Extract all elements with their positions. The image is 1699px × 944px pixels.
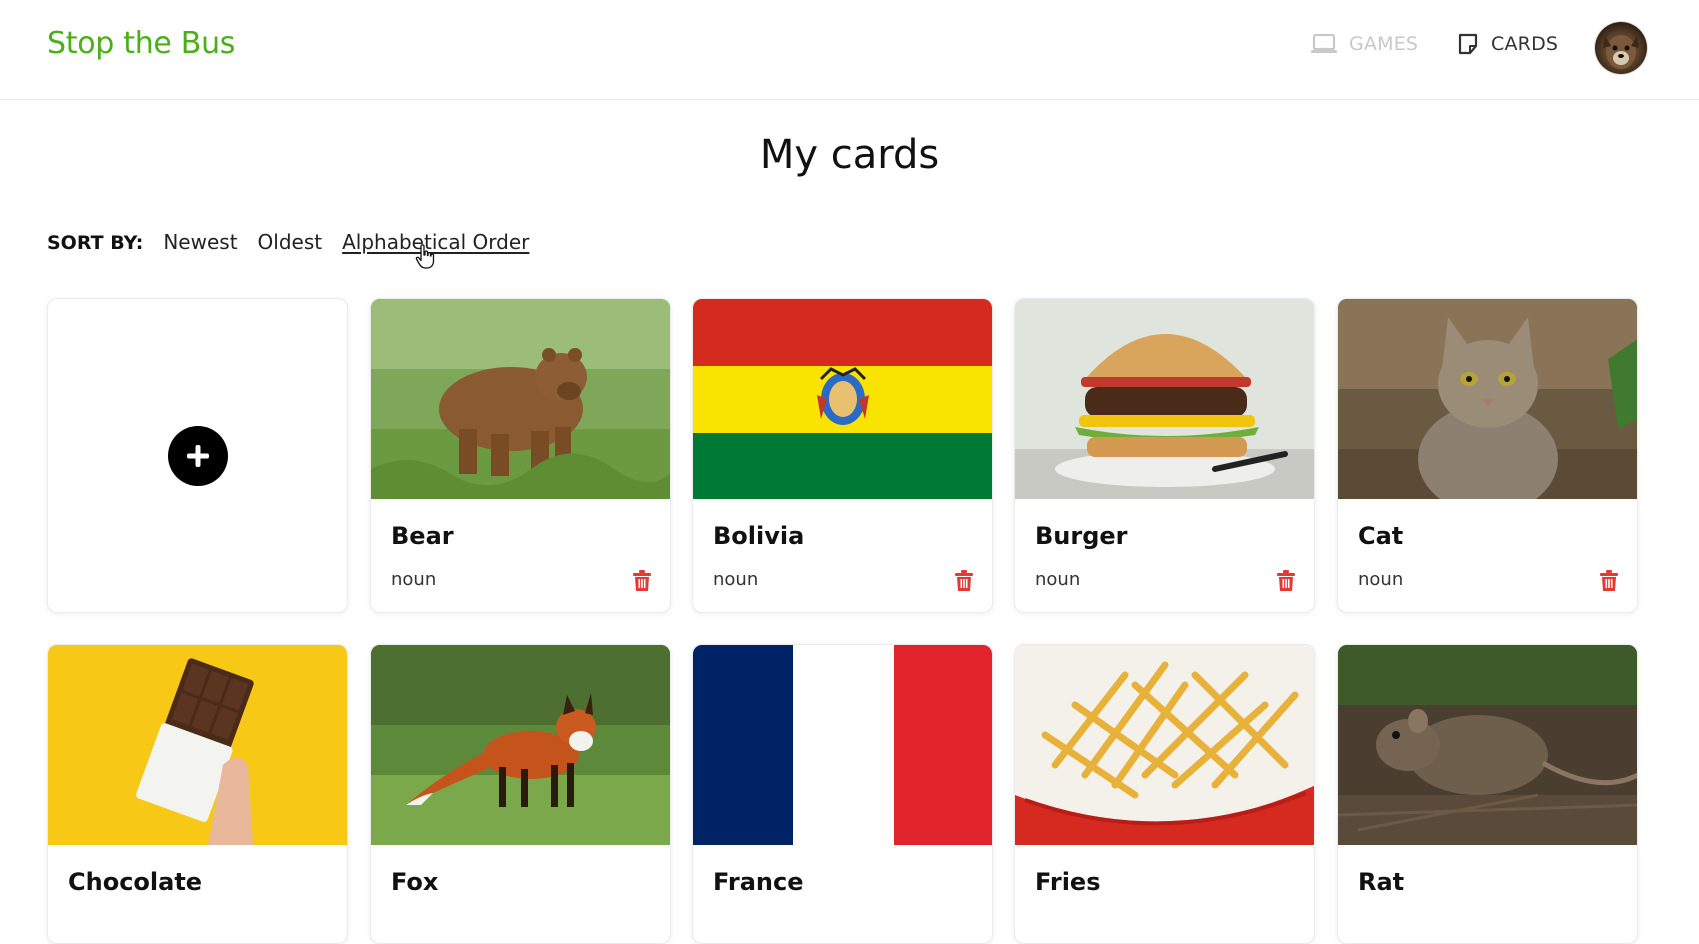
card-image-bolivia (693, 299, 992, 499)
card-fox[interactable]: Fox (370, 644, 671, 944)
add-card-tile[interactable] (47, 298, 348, 613)
card-title: France (713, 868, 804, 896)
card-rat[interactable]: Rat (1337, 644, 1638, 944)
card-title: Bolivia (713, 522, 805, 550)
card-image-burger (1015, 299, 1314, 499)
card-type: noun (391, 569, 437, 590)
card-france[interactable]: France (692, 644, 993, 944)
card-icon (1458, 33, 1478, 55)
sort-label: SORT BY: (47, 232, 144, 254)
card-type: noun (1358, 569, 1404, 590)
laptop-icon (1311, 33, 1337, 53)
card-chocolate[interactable]: Chocolate (47, 644, 348, 944)
nav-games[interactable]: GAMES (1311, 33, 1418, 55)
avatar[interactable] (1595, 22, 1647, 74)
card-bolivia[interactable]: Bolivia noun (692, 298, 993, 613)
card-title: Fries (1035, 868, 1101, 896)
trash-icon[interactable] (1600, 570, 1618, 592)
nav-cards-label: CARDS (1491, 33, 1559, 55)
card-image-chocolate (48, 645, 347, 845)
card-title: Fox (391, 868, 439, 896)
nav-games-label: GAMES (1349, 33, 1419, 55)
trash-icon[interactable] (633, 570, 651, 592)
add-card-button[interactable] (167, 425, 228, 486)
card-title: Chocolate (68, 868, 203, 896)
nav-cards[interactable]: CARDS (1457, 33, 1558, 55)
sort-oldest[interactable]: Oldest (258, 230, 323, 254)
card-image-bear (371, 299, 670, 499)
trash-icon[interactable] (955, 570, 973, 592)
top-bar: Stop the Bus GAMES CARDS (0, 0, 1699, 100)
card-title: Bear (391, 522, 454, 550)
card-image-france (693, 645, 992, 845)
app-logo[interactable]: Stop the Bus (47, 26, 235, 61)
card-title: Burger (1035, 522, 1128, 550)
card-image-cat (1338, 299, 1637, 499)
card-title: Cat (1358, 522, 1404, 550)
card-image-fries (1015, 645, 1314, 845)
sort-alphabetical[interactable]: Alphabetical Order (342, 230, 529, 254)
card-image-fox (371, 645, 670, 845)
plus-icon (186, 444, 209, 467)
card-type: noun (1035, 569, 1081, 590)
card-burger[interactable]: Burger noun (1014, 298, 1315, 613)
card-fries[interactable]: Fries (1014, 644, 1315, 944)
sort-newest[interactable]: Newest (163, 230, 237, 254)
page-title: My cards (759, 132, 940, 178)
card-type: noun (713, 569, 759, 590)
hand-cursor-icon (415, 244, 435, 269)
trash-icon[interactable] (1277, 570, 1295, 592)
card-image-rat (1338, 645, 1637, 845)
sort-bar: SORT BY: Newest Oldest Alphabetical Orde… (47, 230, 549, 254)
card-title: Rat (1358, 868, 1405, 896)
card-bear[interactable]: Bear noun (370, 298, 671, 613)
card-cat[interactable]: Cat noun (1337, 298, 1638, 613)
